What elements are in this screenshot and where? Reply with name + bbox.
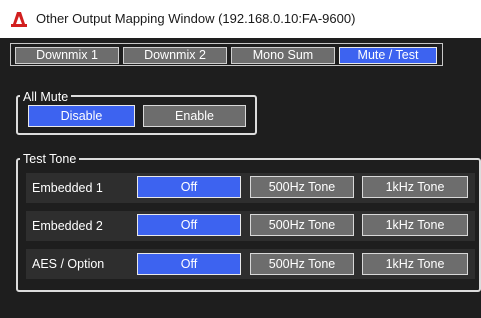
aes-option-1khz-button[interactable]: 1kHz Tone xyxy=(362,253,468,275)
tab-downmix-2[interactable]: Downmix 2 xyxy=(123,47,227,64)
tab-downmix-1[interactable]: Downmix 1 xyxy=(15,47,119,64)
embedded-1-500hz-button[interactable]: 500Hz Tone xyxy=(250,176,354,198)
aes-option-off-button[interactable]: Off xyxy=(137,253,241,275)
embedded-1-1khz-button[interactable]: 1kHz Tone xyxy=(362,176,468,198)
window-title: Other Output Mapping Window (192.168.0.1… xyxy=(36,11,356,26)
tab-mute-test[interactable]: Mute / Test xyxy=(339,47,437,64)
embedded-1-off-button[interactable]: Off xyxy=(137,176,241,198)
embedded-2-500hz-button[interactable]: 500Hz Tone xyxy=(250,214,354,236)
test-tone-label: Test Tone xyxy=(20,152,80,166)
red-app-logo-icon xyxy=(11,12,27,27)
embedded-2-off-button[interactable]: Off xyxy=(137,214,241,236)
embedded-2-1khz-button[interactable]: 1kHz Tone xyxy=(362,214,468,236)
channel-label: Embedded 1 xyxy=(32,181,103,195)
output-mapping-window: Other Output Mapping Window (192.168.0.1… xyxy=(0,0,481,318)
channel-label: AES / Option xyxy=(32,257,105,271)
window-content: Downmix 1 Downmix 2 Mono Sum Mute / Test… xyxy=(0,38,481,318)
mute-disable-button[interactable]: Disable xyxy=(28,105,135,127)
all-mute-label: All Mute xyxy=(20,90,72,104)
tab-mono-sum[interactable]: Mono Sum xyxy=(231,47,335,64)
channel-label: Embedded 2 xyxy=(32,219,103,233)
tab-strip: Downmix 1 Downmix 2 Mono Sum Mute / Test xyxy=(10,43,443,66)
title-bar[interactable]: Other Output Mapping Window (192.168.0.1… xyxy=(0,0,481,38)
aes-option-500hz-button[interactable]: 500Hz Tone xyxy=(250,253,354,275)
mute-enable-button[interactable]: Enable xyxy=(143,105,246,127)
